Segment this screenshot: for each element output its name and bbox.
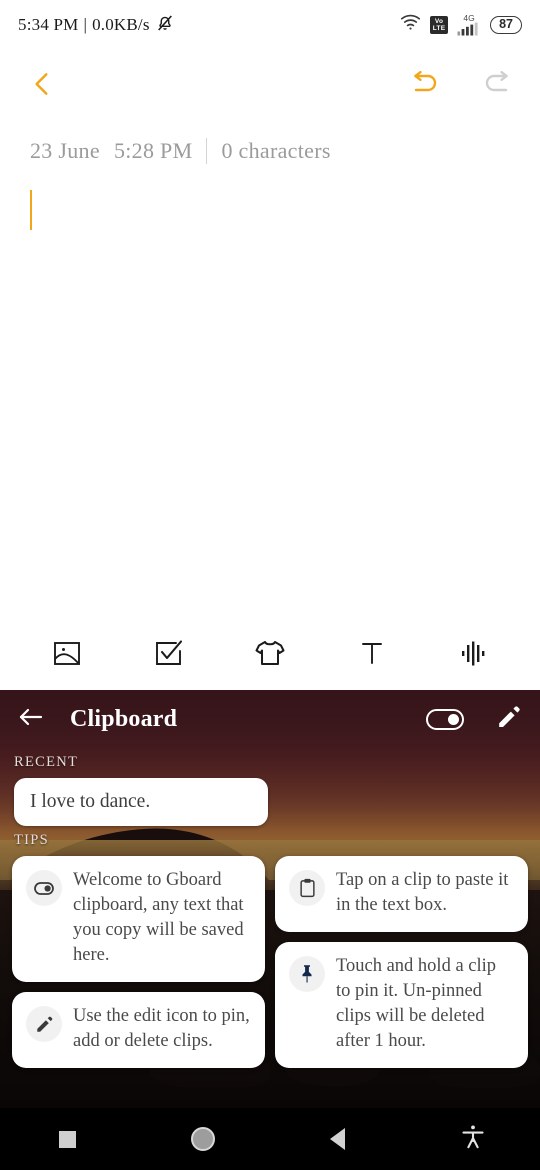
recents-button[interactable]: [0, 1130, 135, 1148]
android-navigation-bar: [0, 1108, 540, 1170]
back-button[interactable]: [270, 1128, 405, 1150]
tip-text: Welcome to Gboard clipboard, any text th…: [73, 870, 244, 965]
checkbox-checked-icon: [152, 637, 184, 674]
tips-column-right: Tap on a clip to paste it in the text bo…: [275, 856, 528, 1068]
signal-bars-icon: 4G: [457, 14, 481, 36]
text-caret: [30, 190, 33, 230]
clipboard-back-icon[interactable]: [18, 706, 44, 733]
tip-card[interactable]: Tap on a clip to paste it in the text bo…: [275, 856, 528, 932]
status-time: 5:34 PM: [18, 15, 79, 34]
square-icon: [59, 1130, 76, 1148]
character-count: 0 characters: [221, 138, 331, 163]
image-icon: [51, 637, 83, 674]
status-separator: |: [83, 15, 88, 34]
note-toolbar: [0, 620, 540, 690]
recent-clips-row: I love to dance.: [0, 778, 540, 826]
network-type-label: 4G: [463, 13, 475, 23]
undo-icon[interactable]: [404, 64, 444, 104]
tshirt-icon: [253, 637, 287, 674]
toggle-icon: [26, 870, 62, 906]
clipboard-content: Clipboard RECENT I love to dance. TIPS W…: [0, 690, 540, 1068]
note-time: 5:28 PM: [113, 138, 193, 163]
tip-text: Use the edit icon to pin, add or delete …: [73, 1006, 250, 1051]
volte-icon: Vo LTE: [430, 16, 449, 34]
audio-record-button[interactable]: [445, 627, 501, 683]
battery-indicator: 87: [490, 16, 522, 34]
redo-icon[interactable]: [478, 64, 518, 104]
clipboard-edit-icon[interactable]: [496, 704, 522, 735]
back-chevron-icon[interactable]: [22, 64, 62, 104]
recent-section-label: RECENT: [14, 754, 79, 770]
gboard-clipboard-panel: Clipboard RECENT I love to dance. TIPS W…: [0, 690, 540, 1108]
text-format-button[interactable]: [344, 627, 400, 683]
tips-column-left: Welcome to Gboard clipboard, any text th…: [12, 856, 265, 1068]
clipboard-icon: [289, 870, 325, 906]
accessibility-button[interactable]: [405, 1124, 540, 1155]
pin-icon: [289, 956, 325, 992]
meta-divider: [206, 138, 208, 164]
toggle-knob: [448, 713, 459, 725]
status-bar-left: 5:34 PM | 0.0KB/s: [18, 13, 175, 38]
home-button[interactable]: [135, 1127, 270, 1151]
tip-text: Touch and hold a clip to pin it. Un-pinn…: [336, 956, 497, 1051]
note-editor[interactable]: [0, 164, 540, 564]
triangle-left-icon: [330, 1128, 345, 1150]
style-button[interactable]: [242, 627, 298, 683]
clip-item[interactable]: I love to dance.: [14, 778, 268, 826]
text-format-icon: [356, 637, 388, 674]
note-top-bar: [0, 50, 540, 118]
status-network-speed: 0.0KB/s: [92, 15, 150, 34]
tip-card[interactable]: Welcome to Gboard clipboard, any text th…: [12, 856, 265, 982]
clipboard-header: Clipboard: [0, 690, 540, 748]
clipboard-header-actions: [426, 704, 522, 735]
clipboard-toggle[interactable]: [426, 708, 464, 730]
circle-icon: [190, 1127, 215, 1151]
waveform-icon: [457, 638, 489, 673]
tip-card[interactable]: Use the edit icon to pin, add or delete …: [12, 992, 265, 1068]
accessibility-icon: [461, 1124, 485, 1155]
bell-muted-icon: [155, 13, 175, 38]
pencil-icon: [26, 1006, 62, 1042]
status-bar: 5:34 PM | 0.0KB/s Vo LTE 4G 87: [0, 0, 540, 50]
note-top-actions: [404, 64, 518, 104]
wifi-icon: [400, 14, 421, 36]
tips-grid: Welcome to Gboard clipboard, any text th…: [0, 856, 540, 1068]
tip-text: Tap on a clip to paste it in the text bo…: [336, 870, 509, 915]
phone-screen: 5:34 PM | 0.0KB/s Vo LTE 4G 87 23 June 5…: [0, 0, 540, 1170]
checklist-button[interactable]: [140, 627, 196, 683]
tip-card[interactable]: Touch and hold a clip to pin it. Un-pinn…: [275, 942, 528, 1068]
tips-section-label: TIPS: [14, 832, 50, 848]
note-date: 23 June: [30, 138, 100, 163]
note-meta: 23 June 5:28 PM 0 characters: [0, 118, 540, 164]
clipboard-title: Clipboard: [70, 705, 178, 732]
insert-image-button[interactable]: [39, 627, 95, 683]
status-bar-right: Vo LTE 4G 87: [400, 14, 522, 36]
